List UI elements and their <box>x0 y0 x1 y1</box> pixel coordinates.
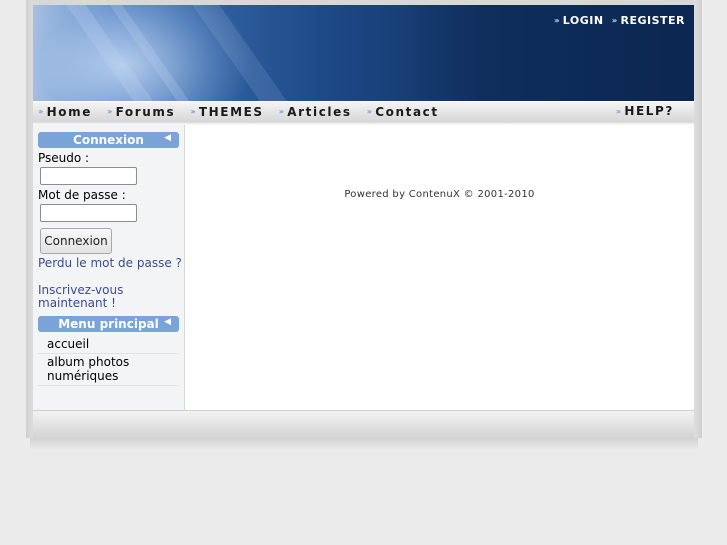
nav-item-label: Home <box>46 104 92 119</box>
register-link[interactable]: ››› REGISTER <box>612 14 685 27</box>
nav-item-home[interactable]: ››› Home <box>38 105 92 119</box>
username-label: Pseudo : <box>38 151 90 165</box>
password-label: Mot de passe : <box>38 188 126 202</box>
collapse-arrow-icon[interactable]: ◀ <box>164 317 171 327</box>
login-block-title: Connexion <box>73 133 144 147</box>
username-input[interactable] <box>40 167 137 185</box>
nav-item-label: Articles <box>287 104 352 119</box>
main-navbar: ››› Home ››› Forums ››› THEMES ››› Artic… <box>33 101 694 122</box>
triple-arrow-icon: ››› <box>190 107 195 116</box>
header-banner: ››› LOGIN ››› REGISTER <box>33 5 694 101</box>
nav-item-themes[interactable]: ››› THEMES <box>190 105 263 119</box>
login-submit-button[interactable]: Connexion <box>40 228 112 254</box>
menu-item-accueil[interactable]: accueil <box>38 337 179 354</box>
nav-item-forums[interactable]: ››› Forums <box>107 105 175 119</box>
lost-password-link[interactable]: Perdu le mot de passe ? <box>38 257 182 270</box>
login-link[interactable]: ››› LOGIN <box>554 14 604 27</box>
nav-item-label: Contact <box>375 104 439 119</box>
register-link-label: REGISTER <box>620 14 685 27</box>
powered-by-text: Powered by ContenuX © 2001-2010 <box>344 189 535 200</box>
main-menu-block-title: Menu principal <box>58 317 159 331</box>
main-content: Powered by ContenuX © 2001-2010 <box>185 125 694 410</box>
page-bottom-shadow <box>30 438 698 450</box>
login-block-header: Connexion ◀ <box>38 132 179 148</box>
page-container: ››› LOGIN ››› REGISTER ››› Home ››› Foru… <box>33 0 694 439</box>
triple-arrow-icon: ››› <box>611 16 618 25</box>
nav-item-label: THEMES <box>198 104 264 119</box>
password-input[interactable] <box>40 204 137 222</box>
nav-item-articles[interactable]: ››› Articles <box>279 105 352 119</box>
triple-arrow-icon: ››› <box>615 106 621 116</box>
login-link-label: LOGIN <box>562 14 604 27</box>
register-now-link[interactable]: Inscrivez-vous maintenant ! <box>38 284 138 310</box>
main-menu-block-header: Menu principal ◀ <box>38 316 179 332</box>
nav-item-contact[interactable]: ››› Contact <box>367 105 439 119</box>
nav-item-label: HELP? <box>624 104 674 118</box>
triple-arrow-icon: ››› <box>553 16 560 25</box>
nav-item-help[interactable]: ››› HELP? <box>616 104 674 118</box>
triple-arrow-icon: ››› <box>366 107 372 116</box>
triple-arrow-icon: ››› <box>106 107 112 116</box>
triple-arrow-icon: ››› <box>278 107 284 116</box>
nav-item-label: Forums <box>115 104 176 119</box>
collapse-arrow-icon[interactable]: ◀ <box>164 133 171 143</box>
header-top-links: ››› LOGIN ››› REGISTER <box>554 14 685 27</box>
menu-item-album-photos[interactable]: album photos numériques <box>38 355 179 386</box>
triple-arrow-icon: ››› <box>38 107 43 116</box>
left-sidebar: Connexion ◀ Pseudo : Mot de passe : Conn… <box>33 125 185 410</box>
footer-bar <box>33 410 694 439</box>
